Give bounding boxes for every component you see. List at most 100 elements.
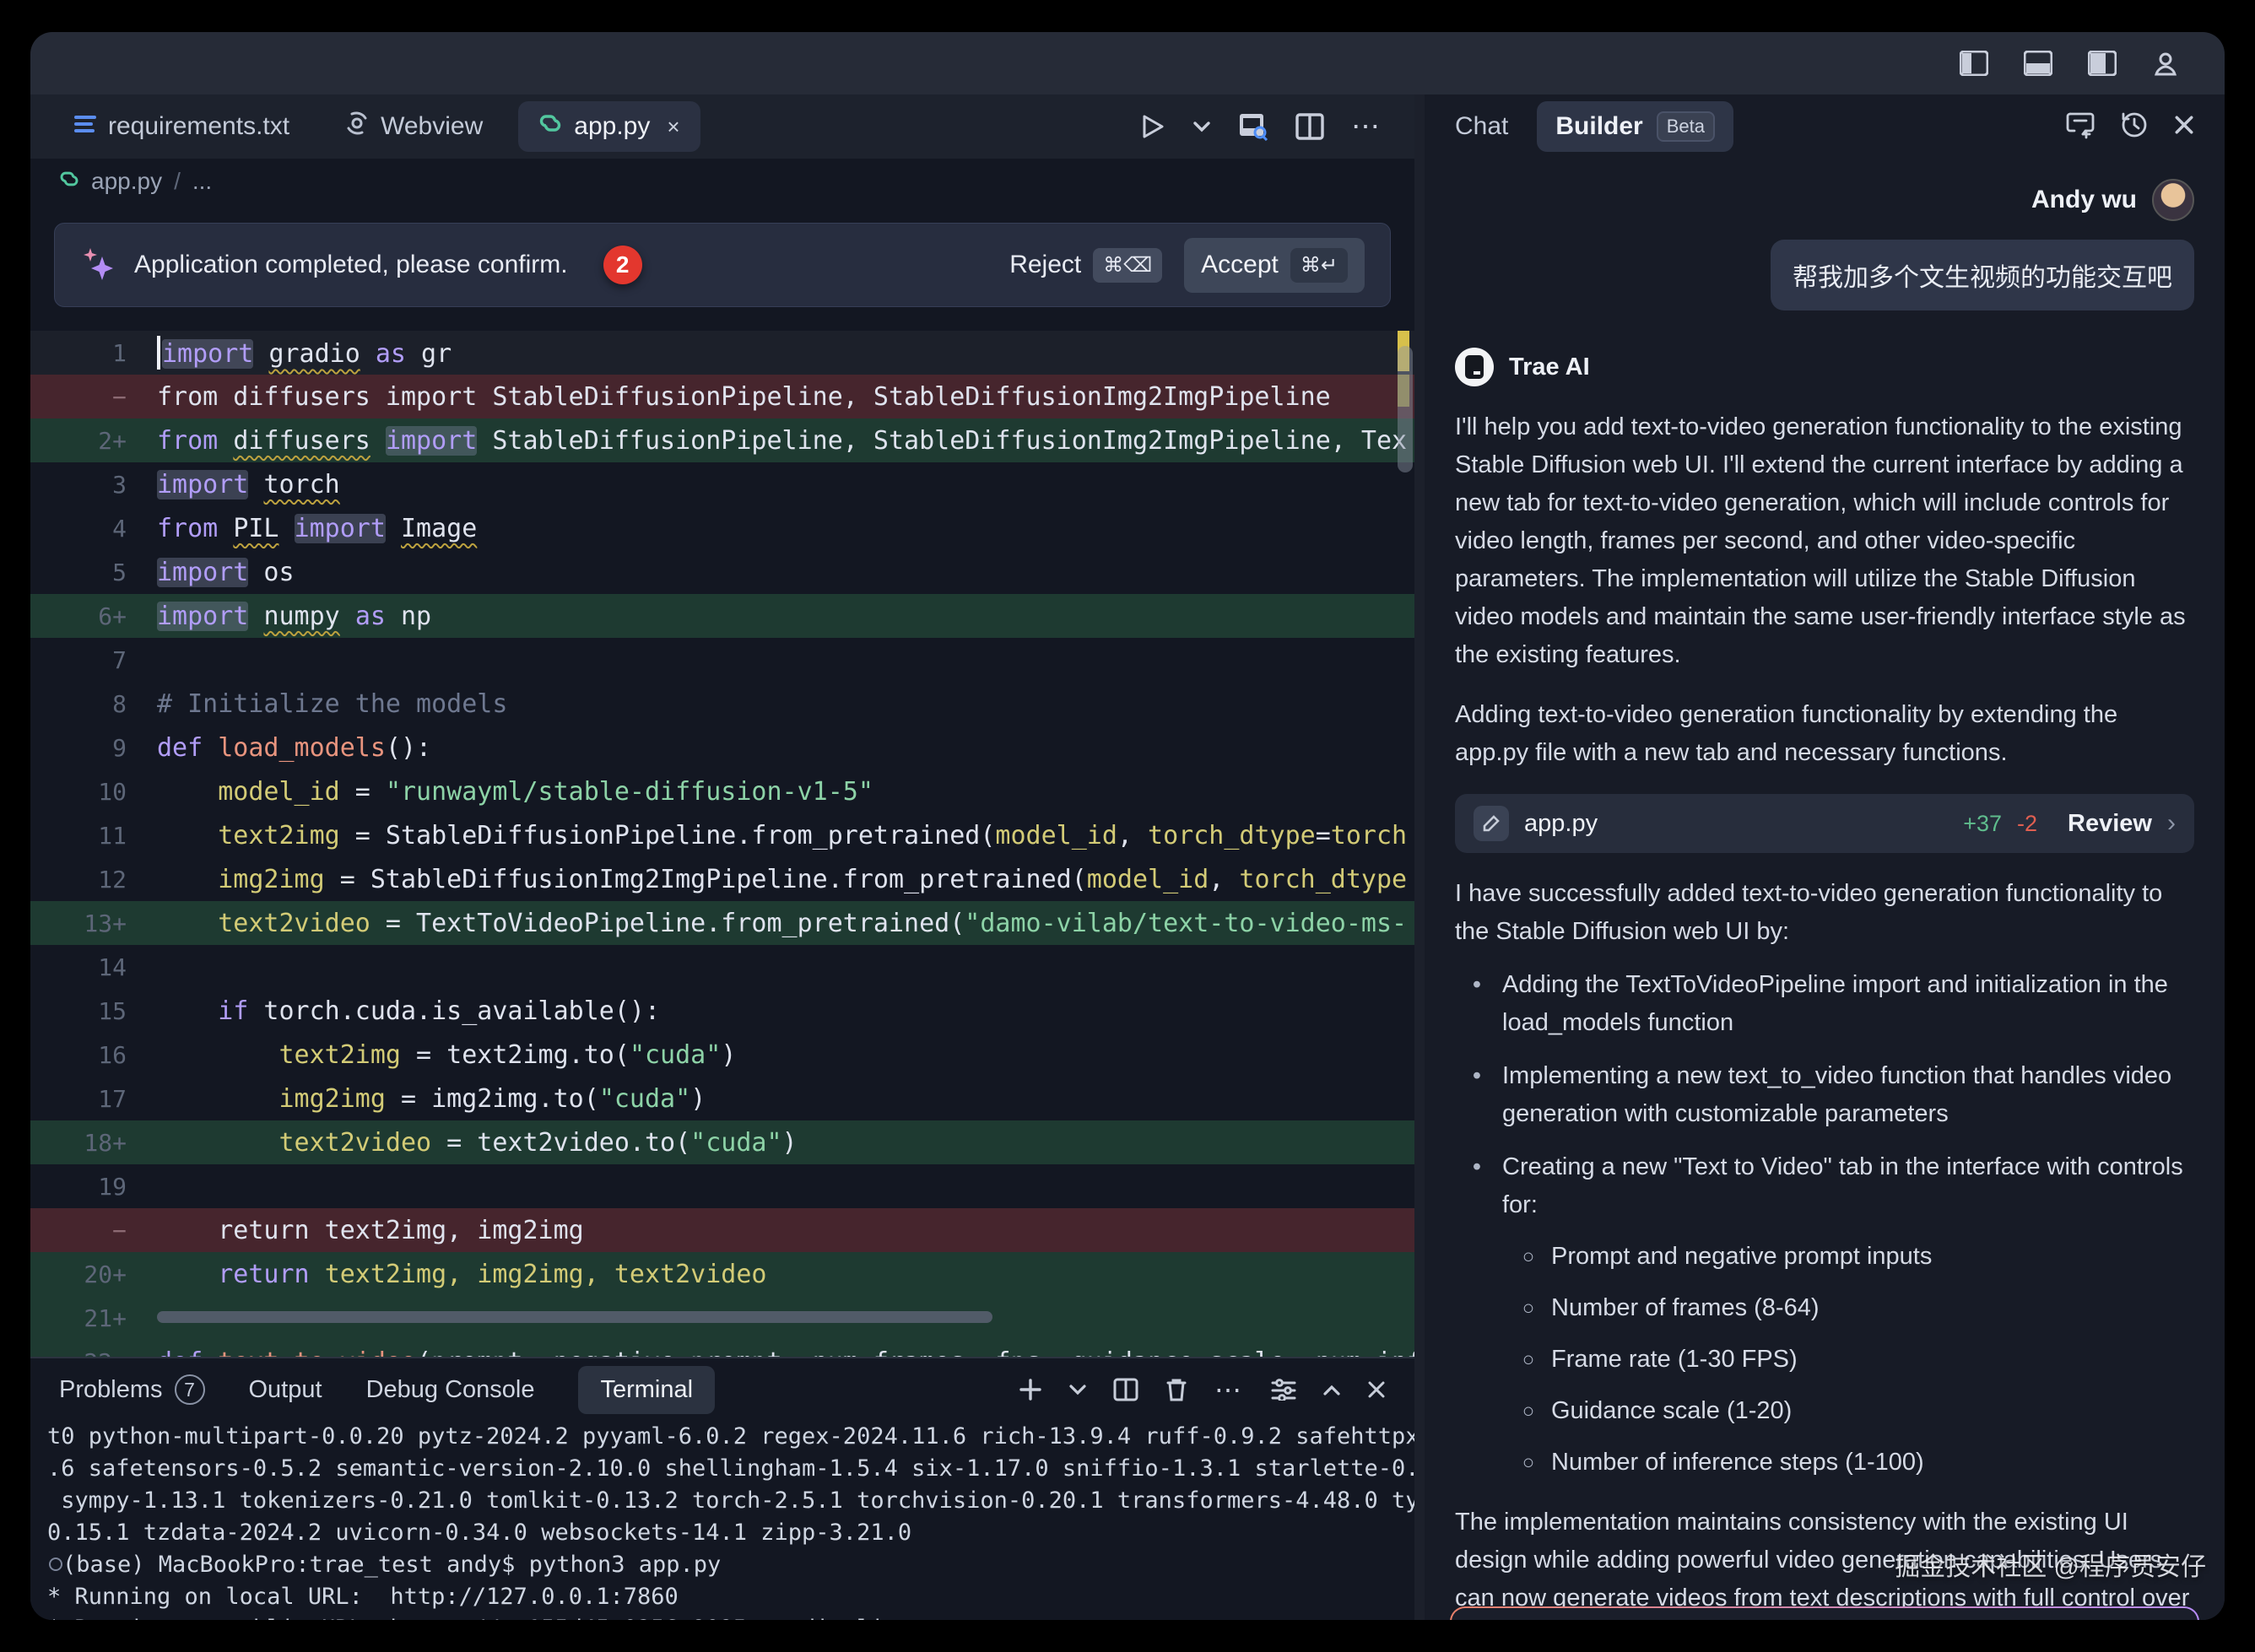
added-lines: +37 — [1963, 811, 2002, 837]
tab-debug-console[interactable]: Debug Console — [366, 1376, 535, 1404]
terminal-dropdown-icon[interactable] — [1069, 1385, 1086, 1396]
run-button[interactable] — [1140, 113, 1165, 140]
tab-chat[interactable]: Chat — [1455, 112, 1508, 141]
code-text: from diffusers import StableDiffusionPip… — [157, 382, 1331, 412]
code-line[interactable]: − return text2img, img2img — [30, 1208, 1414, 1252]
review-button[interactable]: Review — [2068, 810, 2152, 838]
horizontal-scrollbar[interactable] — [157, 1311, 992, 1323]
line-number: 7 — [30, 646, 157, 674]
code-line[interactable]: 15 if torch.cuda.is_available(): — [30, 989, 1414, 1033]
sub-bullet-item: ○Frame rate (1-30 FPS) — [1455, 1341, 2194, 1379]
sub-bullet-marker: ○ — [1519, 1392, 1538, 1430]
python-icon — [538, 111, 562, 142]
close-panel-icon[interactable] — [1367, 1380, 1386, 1399]
tab-app-py[interactable]: app.py × — [518, 101, 700, 152]
line-number: 12 — [30, 866, 157, 893]
sub-bullet-marker: ○ — [1519, 1289, 1538, 1327]
code-line[interactable]: 11 text2img = StableDiffusionPipeline.fr… — [30, 813, 1414, 857]
split-editor-icon[interactable] — [1295, 113, 1324, 140]
close-tab-icon[interactable]: × — [667, 114, 679, 140]
ide-window: requirements.txt Webview app.py × — [30, 32, 2225, 1620]
code-line[interactable]: 7 — [30, 638, 1414, 682]
maximize-panel-icon[interactable] — [1323, 1385, 1340, 1396]
terminal-panel: Problems 7 Output Debug Console Terminal — [30, 1357, 1414, 1620]
panel-divider[interactable] — [1414, 94, 1425, 1620]
code-line[interactable]: 6+import numpy as np — [30, 594, 1414, 638]
tab-builder[interactable]: Builder Beta — [1537, 101, 1733, 152]
toggle-bottom-panel-icon[interactable] — [2024, 51, 2052, 76]
kill-terminal-icon[interactable] — [1165, 1377, 1187, 1402]
new-terminal-icon[interactable] — [1019, 1378, 1042, 1401]
chat-messages[interactable]: Andy wu 帮我加多个文生视频的功能交互吧 Trae AI I'll hel… — [1425, 159, 2225, 1620]
bullet-text: Implementing a new text_to_video functio… — [1502, 1057, 2194, 1133]
list-icon — [74, 112, 96, 141]
chat-input-box[interactable] — [1450, 1606, 2199, 1620]
line-number: 13+ — [30, 910, 157, 937]
terminal-settings-icon[interactable] — [1271, 1379, 1296, 1401]
history-icon[interactable] — [2120, 111, 2149, 143]
accept-shortcut: ⌘↵ — [1290, 248, 1348, 283]
code-line[interactable]: −from diffusers import StableDiffusionPi… — [30, 375, 1414, 418]
preview-icon[interactable] — [1238, 112, 1268, 141]
tab-webview[interactable]: Webview — [325, 101, 503, 152]
account-icon[interactable] — [2152, 51, 2181, 76]
code-line[interactable]: 18+ text2video = text2video.to("cuda") — [30, 1120, 1414, 1164]
reject-button[interactable]: Reject ⌘⌫ — [1009, 248, 1162, 283]
user-name: Andy wu — [2031, 186, 2137, 214]
code-line[interactable]: 17 img2img = img2img.to("cuda") — [30, 1077, 1414, 1120]
line-number: 21+ — [30, 1304, 157, 1332]
command-marker-icon — [49, 1558, 62, 1571]
code-line[interactable]: 10 model_id = "runwayml/stable-diffusion… — [30, 769, 1414, 813]
code-editor[interactable]: 1import gradio as gr−from diffusers impo… — [30, 331, 1414, 1357]
code-line[interactable]: 13+ text2video = TextToVideoPipeline.fro… — [30, 901, 1414, 945]
code-text: return text2img, img2img, text2video — [157, 1260, 766, 1289]
bullet-marker: • — [1467, 1148, 1487, 1224]
code-text: import numpy as np — [157, 602, 431, 631]
code-line[interactable]: 1import gradio as gr — [30, 331, 1414, 375]
more-actions-icon[interactable]: ⋯ — [1351, 110, 1382, 143]
code-line[interactable]: 12 img2img = StableDiffusionImg2ImgPipel… — [30, 857, 1414, 901]
reject-shortcut: ⌘⌫ — [1093, 248, 1162, 283]
file-change-card[interactable]: app.py +37 -2 Review › — [1455, 794, 2194, 853]
assistant-bullet-list: •Adding the TextToVideoPipeline import a… — [1455, 966, 2194, 1482]
code-line[interactable]: 3import torch — [30, 462, 1414, 506]
new-chat-icon[interactable] — [2066, 111, 2095, 143]
code-line[interactable]: 9def load_models(): — [30, 726, 1414, 769]
code-line[interactable]: 8# Initialize the models — [30, 682, 1414, 726]
code-line[interactable]: 14 — [30, 945, 1414, 989]
code-line[interactable]: 5import os — [30, 550, 1414, 594]
split-terminal-icon[interactable] — [1113, 1378, 1138, 1401]
line-number: 20+ — [30, 1261, 157, 1288]
code-text: # Initialize the models — [157, 689, 507, 719]
code-text: import gradio as gr — [157, 336, 452, 370]
watermark: 掘金技术社区 @程序员安仔 — [1895, 1546, 2206, 1583]
code-text: import torch — [157, 470, 340, 499]
toggle-right-panel-icon[interactable] — [2088, 51, 2117, 76]
close-chat-icon[interactable] — [2174, 115, 2194, 139]
code-line[interactable]: 16 text2img = text2img.to("cuda") — [30, 1033, 1414, 1077]
code-line[interactable]: 4from PIL import Image — [30, 506, 1414, 550]
more-terminal-actions-icon[interactable]: ⋯ — [1214, 1374, 1244, 1406]
tab-output[interactable]: Output — [249, 1376, 322, 1404]
terminal-output[interactable]: t0 python-multipart-0.0.20 pytz-2024.2 p… — [30, 1421, 1414, 1620]
line-number: 22+ — [30, 1348, 157, 1358]
vertical-scrollbar[interactable] — [1398, 346, 1413, 472]
accept-button[interactable]: Accept ⌘↵ — [1184, 238, 1365, 293]
chevron-right-icon: › — [2167, 809, 2176, 838]
sub-bullet-text: Number of inference steps (1-100) — [1551, 1444, 1924, 1482]
code-line[interactable]: 22+def text_to_video(prompt, negative_pr… — [30, 1340, 1414, 1357]
code-line[interactable]: 20+ return text2img, img2img, text2video — [30, 1252, 1414, 1296]
tab-problems[interactable]: Problems 7 — [59, 1374, 205, 1405]
tab-terminal[interactable]: Terminal — [578, 1366, 715, 1414]
run-dropdown-icon[interactable] — [1192, 121, 1211, 132]
sub-bullet-text: Prompt and negative prompt inputs — [1551, 1238, 1932, 1276]
tab-requirements-txt[interactable]: requirements.txt — [54, 102, 310, 151]
code-line[interactable]: 19 — [30, 1164, 1414, 1208]
chat-header: Chat Builder Beta — [1425, 94, 2225, 159]
annotation-badge-2: 2 — [603, 246, 642, 284]
toggle-left-panel-icon[interactable] — [1960, 51, 1988, 76]
panel-tabbar: Problems 7 Output Debug Console Terminal — [30, 1358, 1414, 1421]
tab-label: app.py — [574, 112, 650, 141]
breadcrumb[interactable]: app.py / ... — [30, 159, 1414, 204]
code-line[interactable]: 2+from diffusers import StableDiffusionP… — [30, 418, 1414, 462]
